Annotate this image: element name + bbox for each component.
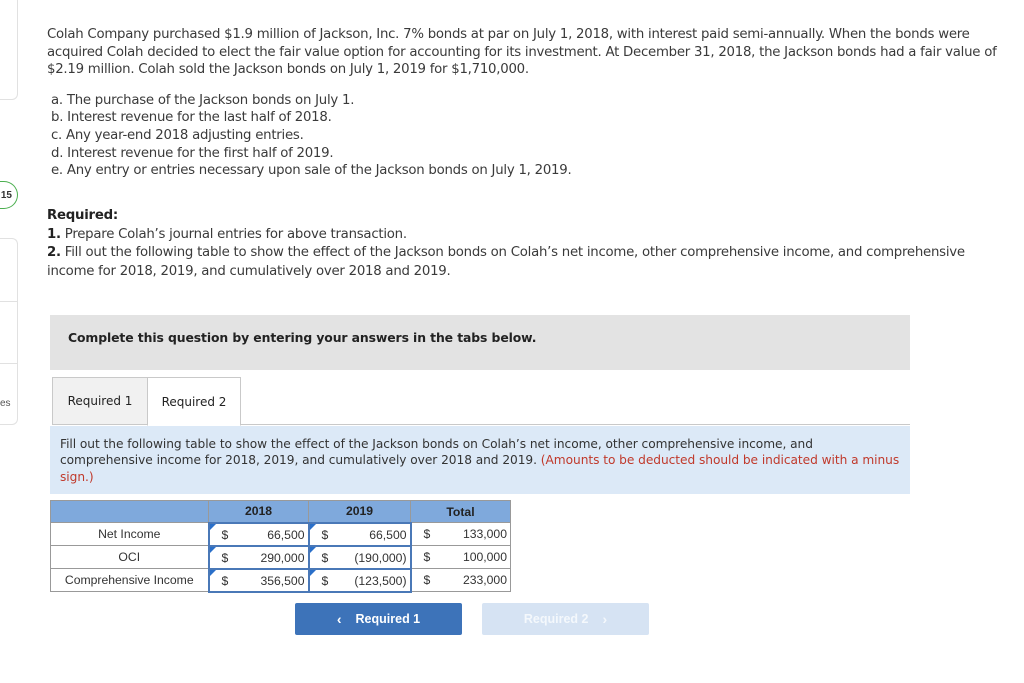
cell-value: 290,000 [260, 550, 305, 565]
income-effect-table: 2018 2019 Total Net Income $66,500 $66,5… [50, 500, 511, 593]
cell-value: 100,000 [462, 550, 507, 564]
net-income-2019-input[interactable]: $66,500 [307, 521, 412, 547]
cell-value: 66,500 [369, 527, 407, 542]
sidebar-card [0, 0, 18, 100]
oci-2019-input[interactable]: $ (190,000) [307, 544, 412, 570]
currency-symbol: $ [423, 550, 431, 564]
problem-statement: Colah Company purchased $1.9 million of … [47, 26, 1007, 281]
table-row-comprehensive-income: Comprehensive Income $356,500 $ (123,500)… [50, 567, 511, 593]
header-2018: 2018 [208, 500, 309, 523]
header-2019: 2019 [308, 500, 411, 523]
tab-description: Fill out the following table to show the… [50, 426, 910, 494]
cell-value: 233,000 [462, 573, 507, 587]
sidebar-item[interactable] [0, 301, 18, 363]
question-number-badge[interactable]: 15 [0, 181, 18, 209]
comprehensive-income-2019-input[interactable]: $ (123,500) [307, 567, 412, 593]
comprehensive-income-total: $233,000 [410, 568, 511, 592]
problem-part: e. Any entry or entries necessary upon s… [51, 163, 572, 179]
problem-intro: Colah Company purchased $1.9 million of … [47, 27, 997, 77]
row-label: Comprehensive Income [50, 568, 209, 592]
header-total: Total [410, 500, 511, 523]
problem-part: d. Interest revenue for the first half o… [51, 145, 334, 161]
table-header-row: 2018 2019 Total [50, 500, 511, 523]
sidebar-item[interactable] [0, 363, 18, 425]
required-item: 1. Prepare Colah’s journal entries for a… [47, 226, 407, 242]
problem-part: b. Interest revenue for the last half of… [51, 110, 332, 126]
required-item: 2. Fill out the following table to show … [47, 245, 965, 279]
chevron-left-icon: ‹ [336, 611, 342, 627]
currency-symbol: $ [321, 573, 329, 588]
cell-value: (190,000) [354, 550, 407, 565]
oci-total: $100,000 [410, 545, 511, 569]
currency-symbol: $ [321, 527, 329, 542]
prev-required-1-button[interactable]: ‹ Required 1 [295, 603, 462, 635]
net-income-2018-input[interactable]: $66,500 [207, 521, 310, 547]
prev-button-label: Required 1 [355, 612, 421, 626]
currency-symbol: $ [221, 573, 229, 588]
net-income-total: $133,000 [410, 522, 511, 546]
row-label: OCI [50, 545, 209, 569]
next-required-2-button[interactable]: Required 2 › [482, 603, 649, 635]
next-button-label: Required 2 [523, 612, 589, 626]
currency-symbol: $ [221, 527, 229, 542]
cell-value: 133,000 [462, 527, 507, 541]
sidebar-item-label: es [0, 398, 11, 409]
problem-part: c. Any year-end 2018 adjusting entries. [51, 127, 304, 143]
currency-symbol: $ [221, 550, 229, 565]
required-section: Required: 1. Prepare Colah’s journal ent… [47, 207, 1007, 281]
tab-bar: Required 1 Required 2 [52, 377, 241, 426]
currency-symbol: $ [423, 527, 431, 541]
tab-required-1[interactable]: Required 1 [52, 377, 148, 425]
sidebar-item[interactable] [0, 238, 18, 301]
instructions-banner: Complete this question by entering your … [50, 315, 910, 370]
cell-value: 66,500 [267, 527, 305, 542]
comprehensive-income-2018-input[interactable]: $356,500 [207, 567, 310, 593]
cell-value: (123,500) [354, 573, 407, 588]
table-row-net-income: Net Income $66,500 $66,500 $133,000 [50, 521, 511, 547]
cell-value: 356,500 [260, 573, 305, 588]
oci-2018-input[interactable]: $290,000 [207, 544, 310, 570]
problem-parts-list: a. The purchase of the Jackson bonds on … [51, 92, 1007, 181]
required-heading: Required: [47, 208, 118, 224]
header-blank [50, 500, 209, 523]
problem-part: a. The purchase of the Jackson bonds on … [51, 92, 355, 108]
tab-required-2[interactable]: Required 2 [147, 377, 241, 426]
instructions-text: Complete this question by entering your … [68, 330, 537, 345]
currency-symbol: $ [321, 550, 329, 565]
table-row-oci: OCI $290,000 $ (190,000) $100,000 [50, 544, 511, 570]
currency-symbol: $ [423, 573, 431, 587]
chevron-right-icon: › [602, 611, 608, 627]
row-label: Net Income [50, 522, 209, 546]
